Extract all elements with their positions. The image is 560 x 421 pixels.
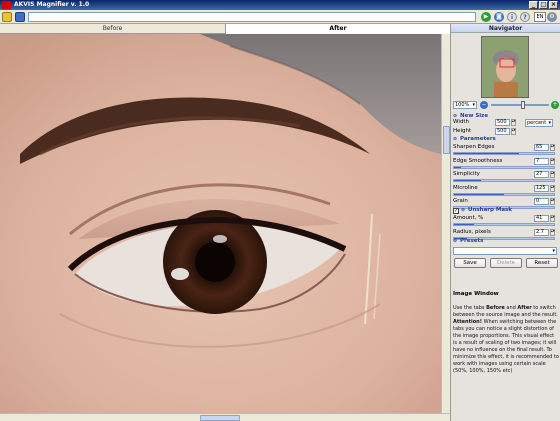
parameter-label: Grain (453, 198, 468, 204)
navigator-title: Navigator (451, 24, 560, 33)
parameter-value-input[interactable]: 125 (534, 184, 549, 192)
parameter-row: Microline 125 ▴▾ (451, 184, 560, 193)
unsharp-value-input[interactable]: 2.7 (534, 228, 549, 236)
settings-panel: Navigator 100% − + New Size Width 500 ▴▾… (450, 24, 560, 421)
horizontal-scroll-thumb[interactable] (200, 415, 240, 421)
akvis-logo-icon (2, 1, 11, 9)
height-label: Height (453, 128, 472, 134)
file-path-field[interactable] (28, 12, 476, 22)
delete-preset-button[interactable]: Delete (490, 258, 522, 268)
presets-section-title[interactable]: Presets (453, 238, 483, 245)
info-icon[interactable]: i (507, 12, 517, 22)
parameter-row: Edge Smoothness 7 ▴▾ (451, 157, 560, 166)
parameter-row: Sharpen Edges 65 ▴▾ (451, 143, 560, 152)
parameter-spinner[interactable]: ▴▾ (550, 157, 555, 165)
settings-icon[interactable]: ⚙ (547, 12, 557, 22)
save-disk-icon[interactable] (15, 12, 25, 22)
width-row: Width 500 ▴▾ percent (451, 118, 560, 127)
parameter-label: Simplicity (453, 171, 480, 177)
unsharp-label: Amount, % (453, 215, 484, 221)
unsharp-spinner[interactable]: ▴▾ (550, 228, 555, 236)
help-text-run: and (504, 305, 518, 311)
eye-closeup-image (0, 34, 441, 413)
unsharp-label: Radius, pixels (453, 228, 491, 235)
parameter-slider-fill (454, 166, 461, 168)
vertical-scroll-thumb[interactable] (443, 126, 450, 154)
run-icon[interactable]: ▶ (481, 12, 491, 22)
maximize-button[interactable]: □ (539, 1, 548, 9)
help-text-run: After (517, 305, 532, 311)
parameter-slider-fill (454, 180, 481, 181)
parameter-spinner[interactable]: ▴▾ (550, 144, 555, 151)
help-title: Image Window (453, 291, 499, 297)
navigator-thumbnail-image (482, 37, 528, 97)
zoom-select[interactable]: 100% (453, 101, 477, 109)
tab-before[interactable]: Before (0, 24, 225, 34)
help-text-run: When switching between the tabs you can … (453, 319, 559, 374)
open-folder-icon[interactable] (2, 12, 12, 22)
height-row: Height 500 ▴▾ (451, 127, 560, 136)
unsharp-mask-section-title[interactable]: Unsharp Mask (461, 207, 512, 214)
presets-select[interactable] (453, 247, 557, 255)
window-title: AKVIS Magnifier v. 1.0 (14, 1, 90, 8)
window-controls: _ □ × (529, 1, 558, 9)
unsharp-value-input[interactable]: 41 (534, 215, 549, 222)
parameter-label: Edge Smoothness (453, 157, 503, 164)
unsharp-row: Radius, pixels 2.7 ▴▾ (451, 228, 560, 237)
parameter-row: Grain 0 ▴▾ (451, 197, 560, 206)
help-text: Use the tabs Before and After to switch … (453, 305, 559, 375)
stop-icon[interactable]: ◙ (494, 12, 504, 22)
parameter-slider-fill (454, 153, 519, 154)
unsharp-spinner[interactable]: ▴▾ (550, 215, 555, 222)
parameter-value-input[interactable]: 27 (534, 171, 549, 178)
parameter-slider[interactable] (453, 165, 555, 169)
minimize-button[interactable]: _ (529, 1, 538, 9)
title-bar: AKVIS Magnifier v. 1.0 _ □ × (0, 0, 560, 10)
parameter-slider[interactable] (453, 179, 555, 182)
width-input[interactable]: 500 (495, 119, 510, 126)
help-text-run: Attention! (453, 319, 482, 325)
size-unit-select[interactable]: percent (525, 119, 553, 127)
save-preset-button[interactable]: Save (454, 258, 486, 268)
horizontal-scrollbar[interactable] (0, 413, 450, 421)
parameters-section-title[interactable]: Parameters (453, 136, 496, 143)
view-tabs: Before After (0, 24, 450, 34)
width-spinner[interactable]: ▴▾ (511, 119, 516, 126)
parameter-value-input[interactable]: 0 (534, 198, 549, 205)
parameter-value-input[interactable]: 7 (534, 157, 549, 165)
zoom-out-icon[interactable]: − (480, 101, 488, 109)
zoom-row: 100% − + (451, 100, 560, 110)
tab-after[interactable]: After (225, 24, 450, 34)
help-text-run: Before (486, 305, 505, 311)
height-spinner[interactable]: ▴▾ (511, 128, 516, 135)
vertical-scrollbar[interactable] (441, 34, 450, 413)
reset-preset-button[interactable]: Reset (526, 258, 558, 268)
parameter-slider[interactable] (453, 192, 555, 196)
height-input[interactable]: 500 (495, 128, 510, 135)
unsharp-slider[interactable] (453, 223, 555, 226)
unsharp-row: Amount, % 41 ▴▾ (451, 214, 560, 223)
width-label: Width (453, 119, 469, 125)
parameter-row: Simplicity 27 ▴▾ (451, 170, 560, 179)
parameter-slider-fill (454, 193, 504, 195)
parameter-label: Microline (453, 184, 478, 191)
zoom-slider-knob[interactable] (521, 101, 525, 109)
image-window[interactable] (0, 34, 441, 413)
preset-buttons: Save Delete Reset (451, 258, 560, 268)
zoom-in-icon[interactable]: + (551, 101, 559, 109)
close-button[interactable]: × (549, 1, 558, 9)
help-icon[interactable]: ? (520, 12, 530, 22)
parameter-slider[interactable] (453, 152, 555, 155)
language-selector[interactable]: EN (534, 12, 546, 22)
parameter-spinner[interactable]: ▴▾ (550, 184, 555, 192)
parameter-value-input[interactable]: 65 (534, 144, 549, 151)
parameter-spinner[interactable]: ▴▾ (550, 198, 555, 205)
help-text-run: Use the tabs (453, 305, 487, 311)
unsharp-slider-fill (454, 224, 474, 225)
parameter-spinner[interactable]: ▴▾ (550, 171, 555, 178)
toolbar: ▶ ◙ i ? EN ⚙ (0, 10, 560, 24)
parameter-label: Sharpen Edges (453, 144, 495, 150)
navigator-preview[interactable] (481, 36, 529, 98)
zoom-slider[interactable] (491, 104, 549, 106)
